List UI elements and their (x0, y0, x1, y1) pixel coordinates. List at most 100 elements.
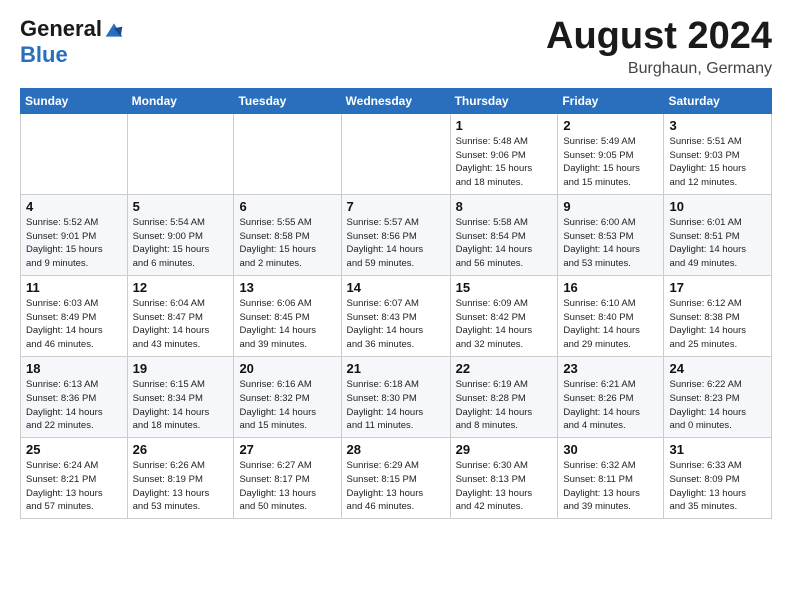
day-number: 24 (669, 361, 766, 376)
calendar-cell: 22 Sunrise: 6:19 AMSunset: 8:28 PMDayligh… (450, 356, 558, 437)
logo: General Blue (20, 16, 124, 68)
day-info: Sunrise: 6:00 AMSunset: 8:53 PMDaylight:… (563, 216, 658, 271)
calendar-row-1: 1 Sunrise: 5:48 AMSunset: 9:06 PMDaylight… (21, 113, 772, 194)
day-info: Sunrise: 5:51 AMSunset: 9:03 PMDaylight:… (669, 135, 766, 190)
day-number: 21 (347, 361, 445, 376)
day-number: 22 (456, 361, 553, 376)
calendar-row-4: 18 Sunrise: 6:13 AMSunset: 8:36 PMDayligh… (21, 356, 772, 437)
calendar-row-5: 25 Sunrise: 6:24 AMSunset: 8:21 PMDayligh… (21, 438, 772, 519)
day-info: Sunrise: 6:01 AMSunset: 8:51 PMDaylight:… (669, 216, 766, 271)
day-info: Sunrise: 6:26 AMSunset: 8:19 PMDaylight:… (133, 459, 229, 514)
day-number: 3 (669, 118, 766, 133)
calendar-cell (234, 113, 341, 194)
day-number: 19 (133, 361, 229, 376)
calendar-cell: 26 Sunrise: 6:26 AMSunset: 8:19 PMDayligh… (127, 438, 234, 519)
day-info: Sunrise: 6:09 AMSunset: 8:42 PMDaylight:… (456, 297, 553, 352)
calendar-cell: 30 Sunrise: 6:32 AMSunset: 8:11 PMDayligh… (558, 438, 664, 519)
calendar-cell: 21 Sunrise: 6:18 AMSunset: 8:30 PMDayligh… (341, 356, 450, 437)
day-number: 14 (347, 280, 445, 295)
day-number: 8 (456, 199, 553, 214)
col-header-monday: Monday (127, 88, 234, 113)
day-number: 25 (26, 442, 122, 457)
day-number: 26 (133, 442, 229, 457)
calendar-cell: 11Sunrise: 6:03 AMSunset: 8:49 PMDayligh… (21, 275, 128, 356)
day-info: Sunrise: 5:49 AMSunset: 9:05 PMDaylight:… (563, 135, 658, 190)
day-info: Sunrise: 6:03 AMSunset: 8:49 PMDaylight:… (26, 297, 122, 352)
col-header-saturday: Saturday (664, 88, 772, 113)
day-info: Sunrise: 6:29 AMSunset: 8:15 PMDaylight:… (347, 459, 445, 514)
calendar-cell: 4Sunrise: 5:52 AMSunset: 9:01 PMDaylight… (21, 194, 128, 275)
title-block: August 2024 Burghaun, Germany (546, 16, 772, 78)
month-title: August 2024 (546, 16, 772, 58)
day-info: Sunrise: 6:19 AMSunset: 8:28 PMDaylight:… (456, 378, 553, 433)
day-info: Sunrise: 6:21 AMSunset: 8:26 PMDaylight:… (563, 378, 658, 433)
day-info: Sunrise: 6:30 AMSunset: 8:13 PMDaylight:… (456, 459, 553, 514)
calendar-cell: 29 Sunrise: 6:30 AMSunset: 8:13 PMDayligh… (450, 438, 558, 519)
day-number: 1 (456, 118, 553, 133)
day-info: Sunrise: 6:06 AMSunset: 8:45 PMDaylight:… (239, 297, 335, 352)
day-number: 30 (563, 442, 658, 457)
day-number: 27 (239, 442, 335, 457)
day-number: 18 (26, 361, 122, 376)
day-number: 16 (563, 280, 658, 295)
calendar-row-3: 11Sunrise: 6:03 AMSunset: 8:49 PMDayligh… (21, 275, 772, 356)
calendar-cell: 20Sunrise: 6:16 AMSunset: 8:32 PMDayligh… (234, 356, 341, 437)
day-number: 12 (133, 280, 229, 295)
calendar-cell: 14 Sunrise: 6:07 AMSunset: 8:43 PMDayligh… (341, 275, 450, 356)
calendar-cell: 9 Sunrise: 6:00 AMSunset: 8:53 PMDaylight… (558, 194, 664, 275)
calendar-cell: 27 Sunrise: 6:27 AMSunset: 8:17 PMDayligh… (234, 438, 341, 519)
day-info: Sunrise: 6:33 AMSunset: 8:09 PMDaylight:… (669, 459, 766, 514)
calendar-cell: 25 Sunrise: 6:24 AMSunset: 8:21 PMDayligh… (21, 438, 128, 519)
calendar-cell: 19Sunrise: 6:15 AMSunset: 8:34 PMDayligh… (127, 356, 234, 437)
calendar-cell (341, 113, 450, 194)
day-number: 23 (563, 361, 658, 376)
day-info: Sunrise: 5:52 AMSunset: 9:01 PMDaylight:… (26, 216, 122, 271)
calendar-cell: 18 Sunrise: 6:13 AMSunset: 8:36 PMDayligh… (21, 356, 128, 437)
day-number: 10 (669, 199, 766, 214)
calendar-table: SundayMondayTuesdayWednesdayThursdayFrid… (20, 88, 772, 519)
calendar-cell: 28Sunrise: 6:29 AMSunset: 8:15 PMDayligh… (341, 438, 450, 519)
calendar-cell: 16Sunrise: 6:10 AMSunset: 8:40 PMDayligh… (558, 275, 664, 356)
day-info: Sunrise: 6:32 AMSunset: 8:11 PMDaylight:… (563, 459, 658, 514)
calendar-cell: 5Sunrise: 5:54 AMSunset: 9:00 PMDaylight… (127, 194, 234, 275)
day-number: 6 (239, 199, 335, 214)
day-number: 29 (456, 442, 553, 457)
day-number: 15 (456, 280, 553, 295)
day-info: Sunrise: 6:18 AMSunset: 8:30 PMDaylight:… (347, 378, 445, 433)
calendar-cell (127, 113, 234, 194)
header: General Blue August 2024 Burghaun, Germa… (20, 16, 772, 78)
calendar-cell: 7Sunrise: 5:57 AMSunset: 8:56 PMDaylight… (341, 194, 450, 275)
location: Burghaun, Germany (546, 60, 772, 78)
day-info: Sunrise: 6:12 AMSunset: 8:38 PMDaylight:… (669, 297, 766, 352)
day-number: 5 (133, 199, 229, 214)
day-info: Sunrise: 6:07 AMSunset: 8:43 PMDaylight:… (347, 297, 445, 352)
header-row: SundayMondayTuesdayWednesdayThursdayFrid… (21, 88, 772, 113)
day-number: 13 (239, 280, 335, 295)
logo-icon (104, 20, 124, 40)
col-header-sunday: Sunday (21, 88, 128, 113)
calendar-cell: 6 Sunrise: 5:55 AMSunset: 8:58 PMDaylight… (234, 194, 341, 275)
day-info: Sunrise: 6:13 AMSunset: 8:36 PMDaylight:… (26, 378, 122, 433)
day-number: 17 (669, 280, 766, 295)
calendar-cell: 2 Sunrise: 5:49 AMSunset: 9:05 PMDaylight… (558, 113, 664, 194)
day-number: 7 (347, 199, 445, 214)
col-header-tuesday: Tuesday (234, 88, 341, 113)
col-header-thursday: Thursday (450, 88, 558, 113)
col-header-wednesday: Wednesday (341, 88, 450, 113)
page: General Blue August 2024 Burghaun, Germa… (0, 0, 792, 535)
day-info: Sunrise: 5:58 AMSunset: 8:54 PMDaylight:… (456, 216, 553, 271)
calendar-cell (21, 113, 128, 194)
day-info: Sunrise: 6:27 AMSunset: 8:17 PMDaylight:… (239, 459, 335, 514)
day-info: Sunrise: 5:48 AMSunset: 9:06 PMDaylight:… (456, 135, 553, 190)
day-info: Sunrise: 6:04 AMSunset: 8:47 PMDaylight:… (133, 297, 229, 352)
calendar-row-2: 4Sunrise: 5:52 AMSunset: 9:01 PMDaylight… (21, 194, 772, 275)
col-header-friday: Friday (558, 88, 664, 113)
day-number: 31 (669, 442, 766, 457)
calendar-cell: 10 Sunrise: 6:01 AMSunset: 8:51 PMDayligh… (664, 194, 772, 275)
day-number: 2 (563, 118, 658, 133)
day-info: Sunrise: 6:16 AMSunset: 8:32 PMDaylight:… (239, 378, 335, 433)
day-info: Sunrise: 5:55 AMSunset: 8:58 PMDaylight:… (239, 216, 335, 271)
calendar-cell: 31 Sunrise: 6:33 AMSunset: 8:09 PMDayligh… (664, 438, 772, 519)
day-info: Sunrise: 6:24 AMSunset: 8:21 PMDaylight:… (26, 459, 122, 514)
day-number: 9 (563, 199, 658, 214)
